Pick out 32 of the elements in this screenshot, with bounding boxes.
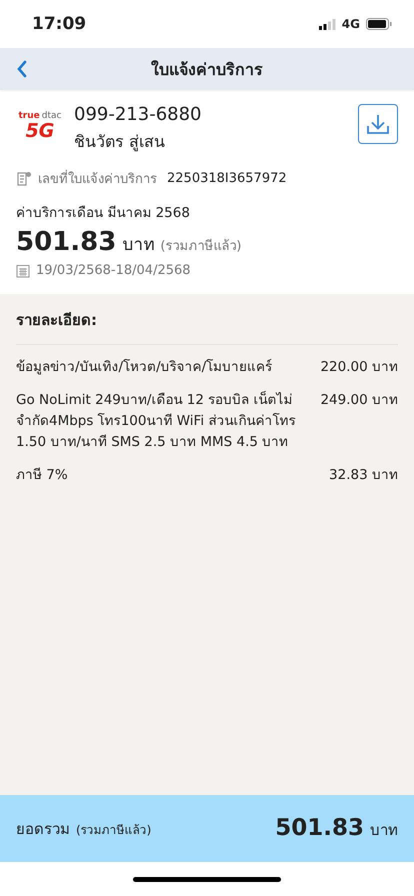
customer-name: ชินวัตร สู่เสน	[74, 131, 166, 154]
item-description: ข้อมูลข่าว/บันเทิง/โหวต/บริจาค/โมบายแคร์	[16, 358, 274, 377]
battery-icon	[366, 18, 392, 30]
back-icon	[16, 60, 28, 78]
tax-note: (รวมภาษีแล้ว)	[160, 238, 242, 256]
calendar-icon	[16, 264, 30, 278]
document-icon	[16, 170, 32, 186]
download-button[interactable]	[358, 104, 398, 144]
item-amount: 32.83 บาท	[329, 466, 398, 485]
phone-number: 099-213-6880	[74, 104, 203, 125]
download-icon	[366, 113, 390, 135]
currency: บาท	[370, 820, 398, 841]
details-heading: รายละเอียด:	[16, 302, 398, 345]
home-indicator[interactable]	[133, 876, 281, 882]
brand-logo: true dtac 5G	[18, 110, 62, 142]
total-amount: 501.83	[275, 815, 364, 841]
item-description: ภาษี 7%	[16, 466, 69, 485]
bill-amount: 501.83	[16, 227, 116, 257]
signal-icon	[318, 18, 336, 30]
tax-note: (รวมภาษีแล้ว)	[76, 822, 152, 838]
currency: บาท	[122, 234, 154, 257]
invoice-number: 2250318I3657972	[167, 171, 287, 186]
page-title: ใบแจ้งค่าบริการ	[151, 58, 263, 80]
item-description: Go NoLimit 249บาท/เดือน 12 รอบบิล เน็ตไม่จำกัด4Mbps โทร100นาที WiFi ส่วนเกินค่าโทร 1.50 บาท/นาที SMS 2.5 บาท MMS 4.5 บาท	[16, 390, 296, 452]
network-type: 4G	[342, 17, 360, 31]
item-amount: 249.00 บาท	[320, 391, 398, 410]
total-label: ยอดรวม	[16, 818, 70, 840]
item-amount: 220.00 บาท	[320, 358, 398, 377]
clock-time: 17:09	[32, 14, 86, 34]
date-range: 19/03/2568-18/04/2568	[36, 263, 191, 278]
billing-period: ค่าบริการเดือน มีนาคม 2568	[16, 204, 191, 223]
invoice-label: เลขที่ใบแจ้งค่าบริการ	[38, 168, 157, 189]
